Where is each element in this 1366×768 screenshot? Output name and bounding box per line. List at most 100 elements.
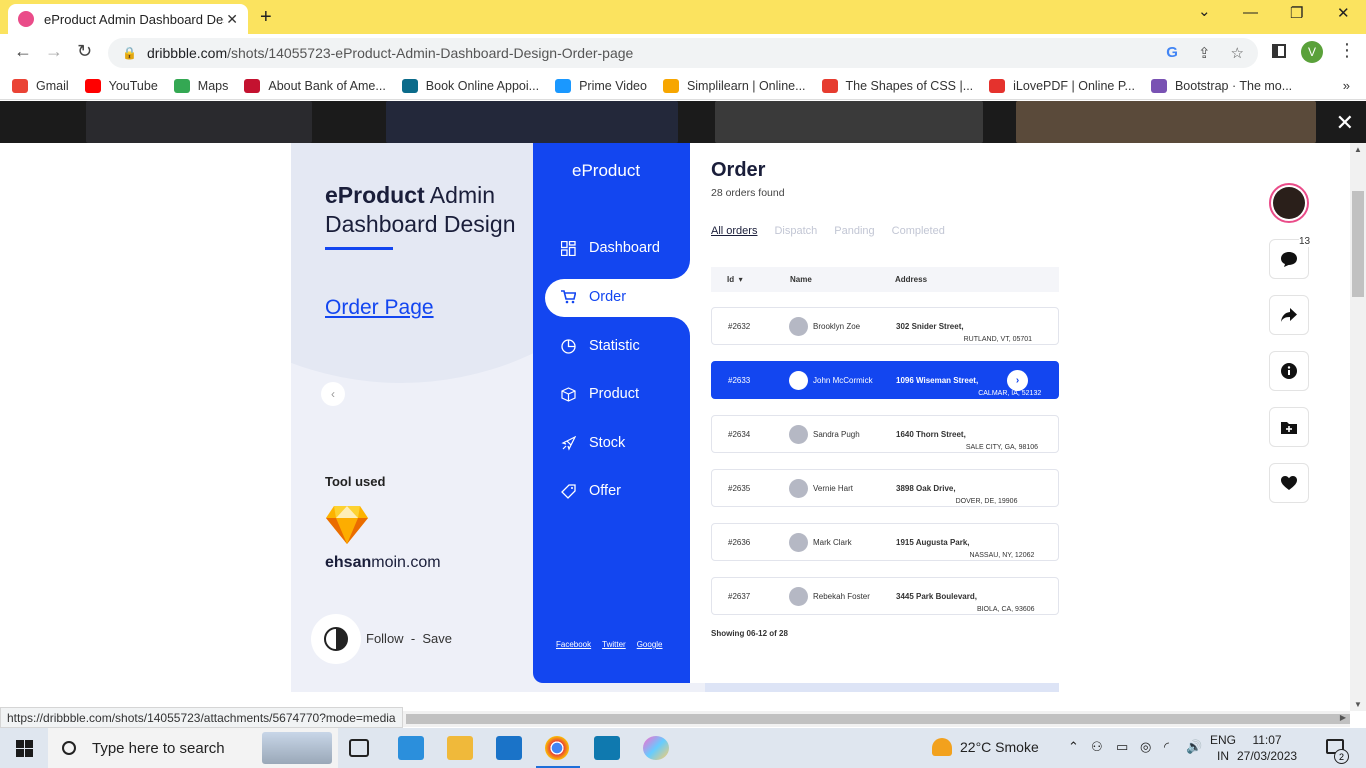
- twitter-link[interactable]: Twitter: [602, 640, 626, 649]
- vscode-icon[interactable]: [398, 736, 424, 760]
- row-next-icon[interactable]: ›: [1007, 370, 1028, 391]
- new-tab-button[interactable]: +: [260, 6, 272, 29]
- details-button[interactable]: [1269, 351, 1309, 391]
- share-button[interactable]: [1269, 295, 1309, 335]
- minimize-button[interactable]: —: [1243, 4, 1258, 21]
- save-link[interactable]: Save: [422, 631, 452, 646]
- table-row[interactable]: #2633 John McCormick 1096 Wiseman Street, …: [711, 361, 1059, 399]
- prime-video-icon[interactable]: [594, 736, 620, 760]
- mail-icon[interactable]: [496, 736, 522, 760]
- order-id: #2634: [728, 430, 751, 439]
- tab-panding[interactable]: Panding: [834, 225, 874, 237]
- bookmark-item[interactable]: Book Online Appoi...: [401, 78, 539, 93]
- nav-item-product[interactable]: Product: [560, 386, 639, 402]
- close-window-button[interactable]: ✕: [1337, 4, 1350, 22]
- vertical-scrollbar[interactable]: ▲ ▼: [1350, 143, 1366, 711]
- add-to-collection-button[interactable]: [1269, 407, 1309, 447]
- bookmark-item[interactable]: Gmail: [12, 78, 69, 93]
- meet-now-icon[interactable]: ◎: [1140, 739, 1151, 755]
- bookmark-item[interactable]: The Shapes of CSS |...: [821, 78, 973, 93]
- chrome-icon[interactable]: [545, 736, 569, 760]
- table-row[interactable]: #2632 Brooklyn Zoe 302 Snider Street, RUTL…: [711, 307, 1059, 345]
- pie-chart-icon: [560, 338, 576, 354]
- bookmarks-overflow-button[interactable]: »: [1343, 78, 1350, 93]
- nav-item-order[interactable]: Order: [560, 289, 626, 305]
- back-icon[interactable]: ←: [14, 41, 32, 62]
- tab-close-button[interactable]: ✕: [226, 11, 238, 28]
- shot-image[interactable]: eProduct Admin Dashboard Design Order Pa…: [291, 143, 1059, 692]
- tab-search-button[interactable]: ⌄: [1198, 2, 1211, 20]
- battery-icon[interactable]: ▭: [1116, 739, 1128, 755]
- table-row[interactable]: #2637 Rebekah Foster 3445 Park Boulevard, …: [711, 577, 1059, 615]
- order-id: #2637: [728, 592, 751, 601]
- nav-item-dashboard[interactable]: Dashboard: [560, 240, 660, 256]
- profile-avatar[interactable]: V: [1301, 41, 1323, 63]
- share-icon[interactable]: ⇪: [1198, 44, 1211, 62]
- like-button[interactable]: [1269, 463, 1309, 503]
- customer-name: Mark Clark: [813, 538, 852, 547]
- address-bar[interactable]: 🔒 dribbble.com/shots/14055723-eProduct-A…: [108, 38, 1258, 68]
- bookmark-favicon-icon: [989, 78, 1006, 93]
- show-hidden-icons-icon[interactable]: ⌃: [1068, 739, 1079, 755]
- tab-completed[interactable]: Completed: [892, 225, 945, 237]
- bookmark-item[interactable]: Prime Video: [555, 78, 647, 93]
- browser-tab[interactable]: eProduct Admin Dashboard Design - Order …: [8, 4, 248, 34]
- windows-start-icon[interactable]: [16, 740, 33, 757]
- bookmark-item[interactable]: Maps: [173, 78, 228, 93]
- side-panel-icon[interactable]: [1272, 44, 1286, 58]
- order-page-link[interactable]: Order Page: [325, 296, 434, 320]
- tab-title: eProduct Admin Dashboard Design - Order …: [44, 11, 224, 27]
- dashboard-sidebar: eProduct Dashboard Order Statistic Produ…: [533, 143, 690, 683]
- file-explorer-icon[interactable]: [447, 736, 473, 760]
- task-view-icon[interactable]: [349, 739, 369, 757]
- previous-image-button[interactable]: ‹: [321, 382, 345, 406]
- table-row[interactable]: #2636 Mark Clark 1915 Augusta Park, NASSAU…: [711, 523, 1059, 561]
- designer-avatar[interactable]: [311, 614, 361, 664]
- people-icon[interactable]: ⚇: [1091, 739, 1103, 755]
- scroll-up-icon[interactable]: ▲: [1354, 145, 1362, 154]
- scroll-right-icon[interactable]: ▶: [1340, 713, 1346, 722]
- customer-address: 3445 Park Boulevard, BIOLA, CA, 93606: [896, 592, 1035, 613]
- wifi-icon[interactable]: ◜: [1164, 739, 1169, 755]
- author-avatar[interactable]: [1269, 183, 1309, 223]
- bookmark-star-icon[interactable]: ☆: [1231, 44, 1244, 62]
- scroll-thumb-horizontal[interactable]: [406, 714, 1350, 724]
- nav-item-stock[interactable]: Stock: [560, 435, 625, 451]
- bookmark-label: Bootstrap · The mo...: [1174, 78, 1293, 93]
- tab-dispatch[interactable]: Dispatch: [774, 225, 817, 237]
- bookmark-item[interactable]: Bootstrap · The mo...: [1150, 78, 1293, 93]
- customer-address: 1096 Wiseman Street, CALMAR, IA, 52132: [896, 376, 1042, 397]
- background-thumbnail: [86, 101, 312, 143]
- nav-item-offer[interactable]: Offer: [560, 483, 621, 499]
- reload-icon[interactable]: ↻: [77, 41, 92, 62]
- bookmark-item[interactable]: About Bank of Ame...: [244, 78, 386, 93]
- weather-haze-icon: [932, 738, 952, 756]
- paint-icon[interactable]: [643, 736, 669, 760]
- bookmark-label: Prime Video: [579, 78, 647, 93]
- bookmark-item[interactable]: Simplilearn | Online...: [662, 78, 806, 93]
- clock[interactable]: 11:07 27/03/2023: [1237, 732, 1297, 764]
- scroll-down-icon[interactable]: ▼: [1354, 700, 1362, 709]
- weather-widget[interactable]: 22°C Smoke: [932, 738, 1039, 756]
- tab-all-orders[interactable]: All orders: [711, 225, 757, 237]
- table-row[interactable]: #2635 Vernie Hart 3898 Oak Drive, DOVER, D…: [711, 469, 1059, 507]
- scroll-thumb[interactable]: [1352, 191, 1364, 297]
- google-link[interactable]: Google: [637, 640, 663, 649]
- forward-icon[interactable]: →: [45, 41, 63, 62]
- column-id[interactable]: Id ▾: [727, 275, 743, 284]
- close-overlay-icon[interactable]: ✕: [1336, 110, 1354, 136]
- language-indicator[interactable]: ENG IN: [1210, 732, 1236, 764]
- follow-link[interactable]: Follow: [366, 631, 404, 646]
- bookmark-item[interactable]: iLovePDF | Online P...: [989, 78, 1135, 93]
- bookmark-favicon-icon: [1150, 78, 1167, 93]
- table-row[interactable]: #2634 Sandra Pugh 1640 Thorn Street, SALE …: [711, 415, 1059, 453]
- menu-icon[interactable]: ⋮: [1338, 40, 1356, 61]
- nav-item-statistic[interactable]: Statistic: [560, 338, 640, 354]
- search-icon: [62, 741, 76, 755]
- background-thumbnail: [715, 101, 983, 143]
- restore-button[interactable]: ❐: [1290, 4, 1303, 22]
- bookmark-item[interactable]: YouTube: [84, 78, 158, 93]
- volume-icon[interactable]: 🔊: [1186, 739, 1202, 755]
- facebook-link[interactable]: Facebook: [556, 640, 591, 649]
- google-lens-icon[interactable]: G: [1166, 44, 1178, 62]
